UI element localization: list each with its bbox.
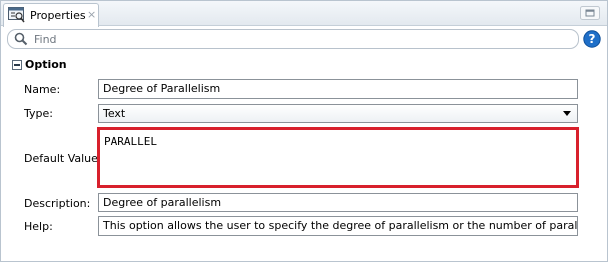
default-value-text: PARALLEL: [104, 135, 157, 148]
description-field[interactable]: Degree of parallelism: [98, 193, 578, 212]
type-select-value: Text: [103, 107, 126, 120]
type-select[interactable]: Text: [98, 104, 578, 123]
properties-icon: [8, 7, 25, 23]
type-label: Type:: [24, 107, 53, 120]
help-label: Help:: [24, 220, 53, 233]
default-value-field[interactable]: PARALLEL: [97, 127, 579, 188]
help-field[interactable]: This option allows the user to specify t…: [98, 216, 578, 236]
help-icon[interactable]: ?: [583, 30, 601, 48]
collapse-icon[interactable]: [12, 60, 22, 70]
search-input[interactable]: [34, 31, 554, 47]
section-title: Option: [25, 58, 67, 71]
name-field[interactable]: Degree of Parallelism: [98, 79, 578, 99]
close-icon[interactable]: ×: [87, 8, 96, 21]
section-header-option[interactable]: Option: [9, 58, 601, 72]
name-label: Name:: [24, 83, 61, 96]
chevron-down-icon[interactable]: [563, 111, 571, 116]
properties-panel: Properties × ? Option Name: Degree of Pa…: [0, 0, 608, 262]
tab-label: Properties: [30, 9, 86, 22]
search-icon: [14, 32, 28, 46]
default-value-label: Default Value:: [24, 152, 102, 165]
search-bar: [7, 29, 579, 49]
maximize-icon[interactable]: [580, 6, 600, 20]
description-label: Description:: [24, 197, 91, 210]
tab-strip: Properties ×: [1, 1, 607, 27]
tab-properties[interactable]: Properties ×: [3, 3, 99, 27]
svg-text:?: ?: [589, 32, 596, 46]
